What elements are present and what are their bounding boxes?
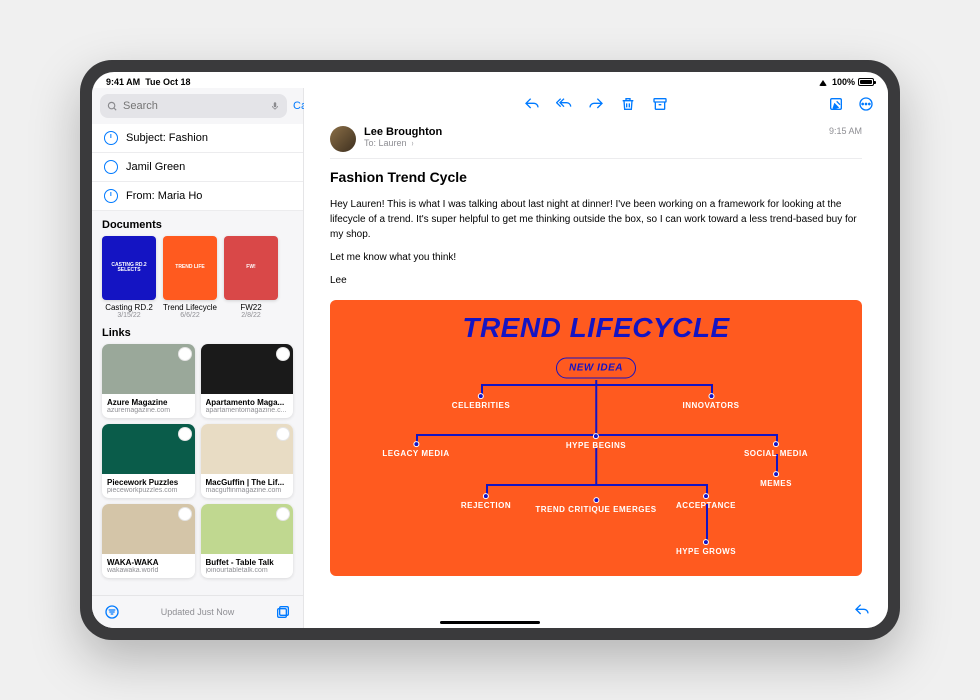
sync-status: Updated Just Now	[161, 607, 235, 617]
link-avatar-badge	[276, 347, 290, 361]
reply-icon[interactable]	[524, 96, 540, 112]
email-body-p2: Let me know what you think!	[330, 250, 862, 265]
link-title: Piecework Puzzles	[107, 478, 190, 487]
status-bar: 9:41 AM Tue Oct 18 100%	[92, 72, 888, 88]
link-card[interactable]: Apartamento Maga...apartamentomagazine.c…	[201, 344, 294, 418]
status-time: 9:41 AM	[106, 77, 140, 87]
home-indicator[interactable]	[440, 621, 540, 624]
clock-icon	[104, 131, 118, 145]
links-heading: Links	[92, 319, 303, 344]
link-thumb	[102, 344, 195, 394]
compose-icon[interactable]	[275, 604, 291, 620]
link-domain: joinourtabletalk.com	[206, 567, 289, 574]
link-avatar-badge	[178, 427, 192, 441]
link-domain: wakawaka.world	[107, 567, 190, 574]
node-hype-grows: HYPE GROWS	[676, 539, 736, 557]
link-thumb	[201, 504, 294, 554]
filter-label: Jamil Green	[126, 161, 185, 173]
link-card[interactable]: WAKA-WAKAwakawaka.world	[102, 504, 195, 578]
email-timestamp: 9:15 AM	[829, 126, 862, 136]
document-thumb: CASTING RD.2 SELECTS	[102, 236, 156, 300]
link-title: Azure Magazine	[107, 398, 190, 407]
link-domain: macguffinmagazine.com	[206, 487, 289, 494]
filter-icon[interactable]	[104, 604, 120, 620]
document-date: 2/8/22	[224, 312, 278, 319]
email-signature: Lee	[330, 273, 862, 288]
archive-icon[interactable]	[652, 96, 668, 112]
node-critique: TREND CRITIQUE EMERGES	[535, 497, 656, 515]
reply-floating-icon[interactable]	[854, 602, 870, 618]
node-rejection: REJECTION	[461, 493, 511, 511]
document-date: 6/6/22	[163, 312, 217, 319]
link-card[interactable]: MacGuffin | The Lif...macguffinmagazine.…	[201, 424, 294, 498]
document-card[interactable]: CASTING RD.2 SELECTS Casting RD.23/15/22	[102, 236, 156, 319]
node-acceptance: ACCEPTANCE	[676, 493, 736, 511]
document-thumb: TREND LIFE	[163, 236, 217, 300]
link-domain: apartamentomagazine.c...	[206, 407, 289, 414]
more-icon[interactable]	[858, 96, 874, 112]
document-name: Trend Lifecycle	[163, 303, 217, 312]
filter-item[interactable]: Jamil Green	[92, 153, 303, 182]
node-celebrities: CELEBRITIES	[452, 393, 510, 411]
node-innovators: INNOVATORS	[682, 393, 739, 411]
link-thumb	[102, 424, 195, 474]
forward-icon[interactable]	[588, 96, 604, 112]
search-input-container[interactable]	[100, 94, 287, 118]
toolbar	[304, 88, 888, 120]
link-title: WAKA-WAKA	[107, 558, 190, 567]
document-card[interactable]: FW! FW222/8/22	[224, 236, 278, 319]
reply-all-icon[interactable]	[556, 96, 572, 112]
link-card[interactable]: Piecework Puzzlespieceworkpuzzles.com	[102, 424, 195, 498]
filter-label: Subject: Fashion	[126, 132, 208, 144]
search-input[interactable]	[123, 100, 265, 112]
link-avatar-badge	[178, 347, 192, 361]
status-date: Tue Oct 18	[145, 77, 190, 87]
filter-label: From: Maria Ho	[126, 190, 202, 202]
link-thumb	[201, 344, 294, 394]
link-avatar-badge	[276, 427, 290, 441]
link-avatar-badge	[178, 507, 192, 521]
wifi-icon	[818, 78, 829, 86]
link-thumb	[201, 424, 294, 474]
node-hype-begins: HYPE BEGINS	[566, 433, 626, 451]
chevron-right-icon: ›	[412, 138, 414, 148]
attachment-graphic: TREND LIFECYCLE	[330, 300, 862, 576]
link-title: MacGuffin | The Lif...	[206, 478, 289, 487]
compose-new-icon[interactable]	[828, 96, 844, 112]
documents-heading: Documents	[92, 211, 303, 236]
document-card[interactable]: TREND LIFE Trend Lifecycle6/6/22	[163, 236, 217, 319]
node-new-idea: NEW IDEA	[556, 358, 636, 379]
search-icon	[107, 101, 118, 112]
document-name: FW22	[224, 303, 278, 312]
avatar	[330, 126, 356, 152]
clock-icon	[104, 189, 118, 203]
link-avatar-badge	[276, 507, 290, 521]
document-date: 3/15/22	[102, 312, 156, 319]
document-name: Casting RD.2	[102, 303, 156, 312]
filter-item[interactable]: From: Maria Ho	[92, 182, 303, 211]
battery-icon	[858, 78, 874, 86]
mic-icon[interactable]	[270, 100, 280, 112]
node-memes: MEMES	[760, 471, 792, 489]
sender-name: Lee Broughton	[364, 126, 821, 138]
document-thumb: FW!	[224, 236, 278, 300]
person-icon	[104, 160, 118, 174]
battery-percent: 100%	[832, 77, 855, 87]
node-legacy-media: LEGACY MEDIA	[382, 441, 449, 459]
filter-item[interactable]: Subject: Fashion	[92, 124, 303, 153]
trash-icon[interactable]	[620, 96, 636, 112]
to-line[interactable]: To: Lauren ›	[364, 138, 821, 148]
link-title: Apartamento Maga...	[206, 398, 289, 407]
link-card[interactable]: Buffet - Table Talkjoinourtabletalk.com	[201, 504, 294, 578]
attachment-title: TREND LIFECYCLE	[346, 312, 846, 344]
node-social-media: SOCIAL MEDIA	[744, 441, 808, 459]
email-body-p1: Hey Lauren! This is what I was talking a…	[330, 197, 862, 242]
link-domain: pieceworkpuzzles.com	[107, 487, 190, 494]
link-thumb	[102, 504, 195, 554]
link-card[interactable]: Azure Magazineazuremagazine.com	[102, 344, 195, 418]
link-title: Buffet - Table Talk	[206, 558, 289, 567]
email-subject: Fashion Trend Cycle	[330, 169, 862, 185]
link-domain: azuremagazine.com	[107, 407, 190, 414]
